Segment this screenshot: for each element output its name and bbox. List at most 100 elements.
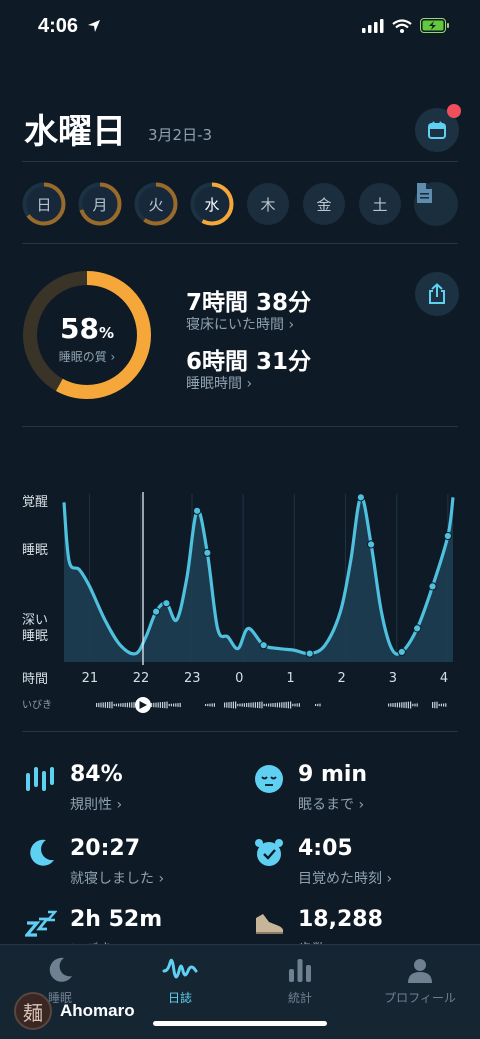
sound-event-dot[interactable] [367,540,376,549]
snore-bar [261,701,263,709]
sound-event-dot[interactable] [356,493,365,502]
wave-icon [130,955,230,985]
tab-journal[interactable]: 日誌 [130,955,230,1006]
snore-bar [243,703,245,707]
snore-bar [235,701,237,709]
x-tick-label: 4 [439,671,449,686]
snore-bar [401,702,403,708]
sound-event-dot[interactable] [305,649,314,658]
regularity-metric[interactable]: 84% 規則性 › [24,756,244,816]
snore-bar [104,702,106,708]
snore-bar [294,703,296,707]
snore-bar [263,703,265,707]
weekday-mon[interactable]: 月 [78,182,122,226]
snore-bar [109,701,111,709]
sound-event-dot[interactable] [413,624,422,633]
snore-bar [205,704,207,706]
weekday-label: 土 [372,195,388,214]
wake-time-metric[interactable]: 4:05 目覚めた時刻 › [252,830,472,890]
weekday-fri[interactable]: 金 [302,182,346,226]
weekday-label: 木 [260,195,276,214]
x-tick-label: 22 [132,671,150,686]
snore-bar [315,704,317,706]
notes-button[interactable] [414,182,458,226]
snore-bar [159,702,161,708]
snore-bar [230,701,232,709]
snore-bar [276,702,278,708]
tab-label: 日誌 [167,991,192,1005]
divider [22,243,458,244]
snore-bar [111,701,113,709]
snore-bar [268,703,270,707]
fall-asleep-metric[interactable]: 9 min 眠るまで › [252,756,472,816]
snore-bar [394,702,396,708]
weekday-label: 金 [316,195,332,214]
sound-event-dot[interactable] [443,531,452,541]
snore-bar [270,703,272,707]
snore-bar [122,703,124,707]
share-button[interactable] [415,272,459,316]
weekday-wed-selected[interactable]: 水 [190,182,234,226]
snore-bar [254,702,256,708]
snore-bar [416,703,418,707]
moon-icon [10,955,110,985]
snore-bar [226,702,228,708]
calendar-button[interactable] [415,104,461,152]
snore-bar [207,703,209,707]
x-tick-label: 21 [81,671,99,686]
time-in-bed-link[interactable]: 寝床にいた時間 › [186,314,294,334]
weekday-selector: 日 月 火 水 木 金 土 [22,182,462,228]
sound-event-dot[interactable] [192,506,202,515]
sound-event-dot[interactable] [428,582,437,591]
watermark-logo: 麺 [14,992,52,1030]
weekday-sun[interactable]: 日 [22,182,66,226]
sleep-quality-ring[interactable]: 58% 睡眠の質 › [22,270,152,400]
snore-bar [228,702,230,708]
snore-bar [129,702,131,708]
snore-bar [434,701,436,709]
quality-label: 睡眠の質 › [58,350,116,364]
shoe-icon [252,907,286,941]
snore-bar [281,702,283,708]
snore-bar [445,703,447,707]
snore-bar [107,702,109,708]
sound-event-dot[interactable] [397,647,406,657]
sleep-time-link[interactable]: 睡眠時間 › [186,373,252,393]
weekday-tue[interactable]: 火 [134,182,178,226]
sound-event-dot[interactable] [162,599,171,608]
metric-value: 18,288 [298,907,383,932]
metric-label: 眠るまで › [298,797,365,813]
weekday-label: 日 [36,195,52,214]
divider [22,161,458,162]
metric-value: 20:27 [70,836,141,861]
snore-bar [392,703,394,707]
snore-bar [211,703,213,707]
weekday-sat[interactable]: 土 [358,182,402,226]
watermark: 麺 Ahomaro [14,992,135,1030]
snore-bar [124,702,126,708]
snore-bar [259,701,261,709]
weekday-thu[interactable]: 木 [246,182,290,226]
snore-bar [298,703,300,707]
bar-chart-icon [250,955,350,985]
location-arrow-icon [88,20,100,32]
snore-bar [292,703,294,707]
snore-bar [239,703,241,707]
quality-unit: % [98,324,114,342]
tab-label: プロフィール [384,991,456,1005]
bedtime-metric[interactable]: 20:27 就寝しました › [24,830,244,890]
person-icon [370,955,470,985]
sound-event-dot[interactable] [203,548,212,557]
snore-bar [410,701,412,709]
notification-dot [447,104,461,118]
tab-stats[interactable]: 統計 [250,955,350,1006]
sound-event-dot[interactable] [152,607,161,616]
snore-bar [170,703,172,707]
tab-profile[interactable]: プロフィール [370,955,470,1006]
snore-bar [388,703,390,707]
sound-event-dot[interactable] [259,641,268,650]
sleep-time-value: 6時間 31分 [186,349,312,375]
metric-value: 9 min [298,762,368,787]
page-title: 水曜日 [24,112,126,152]
signal-icon [362,18,384,33]
